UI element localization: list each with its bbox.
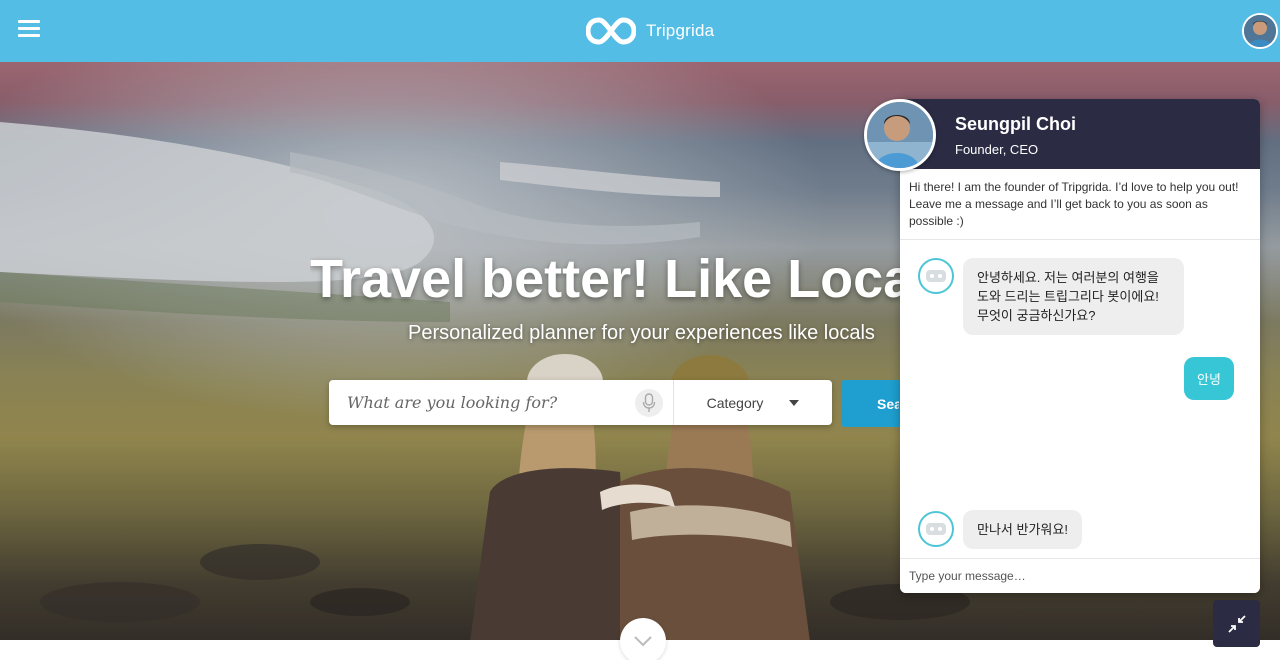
bot-message: 안녕하세요. 저는 여러분의 여행을 도와 드리는 트립그리다 봇이에요! 무엇… bbox=[963, 258, 1184, 335]
hero-subtitle: Personalized planner for your experience… bbox=[408, 322, 875, 344]
chat-widget: Seungpil Choi Founder, CEO Hi there! I a… bbox=[900, 99, 1260, 593]
chat-scrollbar[interactable] bbox=[1252, 240, 1258, 558]
chat-agent-name: Seungpil Choi bbox=[955, 114, 1076, 134]
founder-photo bbox=[867, 102, 933, 168]
minimize-arrows-icon bbox=[1227, 614, 1246, 633]
chat-intro-text: Hi there! I am the founder of Tripgrida.… bbox=[909, 180, 1239, 228]
chat-agent-role: Founder, CEO bbox=[955, 142, 1039, 157]
brand-name: Tripgrida bbox=[646, 21, 715, 40]
infinity-logo-icon bbox=[586, 17, 636, 45]
caret-down-icon bbox=[789, 399, 800, 406]
bot-message: 만나서 반가워요! bbox=[963, 510, 1082, 549]
minimize-chat-button[interactable] bbox=[1213, 600, 1260, 647]
search-bar: Category bbox=[329, 380, 832, 425]
hero-title: Travel better! Like Locals bbox=[310, 249, 910, 309]
category-dropdown[interactable]: Category bbox=[674, 380, 832, 425]
chat-message-input[interactable] bbox=[900, 559, 1260, 593]
robot-icon bbox=[918, 511, 954, 547]
robot-icon bbox=[918, 258, 954, 294]
brand-logo[interactable]: Tripgrida bbox=[586, 14, 714, 48]
user-message: 안녕 bbox=[1184, 357, 1234, 400]
user-avatar[interactable] bbox=[1242, 13, 1278, 49]
chat-message-list[interactable]: 안녕하세요. 저는 여러분의 여행을 도와 드리는 트립그리다 봇이에요! 무엇… bbox=[900, 240, 1260, 558]
microphone-icon[interactable] bbox=[635, 388, 663, 417]
category-label: Category bbox=[706, 394, 764, 411]
search-button-label: Search bbox=[877, 395, 899, 412]
user-avatar-image bbox=[1244, 15, 1276, 47]
search-input[interactable] bbox=[329, 380, 629, 425]
top-navbar: Tripgrida bbox=[0, 0, 1280, 62]
chevron-down-icon[interactable] bbox=[620, 618, 666, 660]
chat-header: Seungpil Choi Founder, CEO bbox=[900, 99, 1260, 169]
hamburger-menu-icon[interactable] bbox=[18, 20, 40, 38]
founder-avatar bbox=[864, 99, 936, 171]
